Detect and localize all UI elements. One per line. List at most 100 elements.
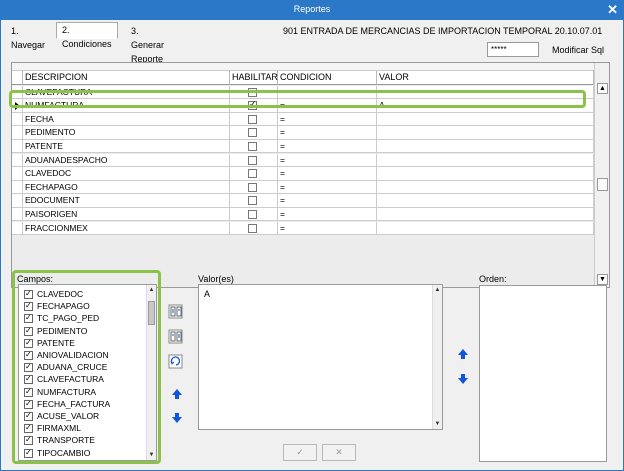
habilitar-checkbox[interactable] [248,223,257,233]
cell-descripcion[interactable]: FECHA [23,112,230,127]
list-item[interactable]: ADUANA_CRUCE [19,361,107,373]
campo-checkbox[interactable] [24,447,33,459]
close-icon[interactable]: ✕ [607,2,618,18]
cell-condicion[interactable] [278,85,377,100]
cell-habilitar[interactable] [230,221,278,236]
scroll-thumb[interactable] [597,178,608,191]
habilitar-checkbox[interactable] [248,114,257,124]
cell-valor[interactable] [377,112,594,127]
campo-checkbox[interactable] [24,337,33,349]
list-item[interactable]: CLAVEDOC [19,288,83,300]
table-row[interactable]: FECHA = [12,112,594,127]
habilitar-checkbox[interactable] [248,128,257,138]
cell-descripcion[interactable]: CLAVEDOC [23,167,230,181]
orden-list[interactable] [479,285,607,462]
row-indicator[interactable] [12,139,23,154]
cell-valor[interactable] [377,85,594,100]
cell-habilitar[interactable] [230,153,278,168]
move-right-icon[interactable] [168,304,183,319]
scroll-down-icon[interactable]: ▼ [597,274,608,285]
cell-condicion[interactable]: = [278,194,377,208]
cell-condicion[interactable]: = [278,180,377,195]
row-indicator[interactable] [12,180,23,195]
cell-valor[interactable] [377,207,594,222]
move-down-icon[interactable] [170,411,184,425]
campo-checkbox[interactable] [24,349,33,361]
cell-habilitar[interactable] [230,85,278,100]
campos-list[interactable]: CLAVEDOC FECHAPAGOTC_PAGO_PEDPEDIMENTOPAT… [18,284,157,461]
habilitar-checkbox[interactable] [248,99,257,112]
cell-valor[interactable]: A [377,99,594,113]
row-indicator[interactable] [12,126,23,140]
habilitar-checkbox[interactable] [248,182,257,192]
cell-descripcion[interactable]: CLAVEFACTURA [23,85,230,100]
refresh-icon[interactable] [168,354,183,369]
list-item[interactable]: FIRMAXML [19,422,81,434]
cell-habilitar[interactable] [230,207,278,222]
cell-valor[interactable] [377,180,594,195]
cell-valor[interactable] [377,221,594,236]
cell-descripcion[interactable]: PEDIMENTO [23,126,230,140]
scroll-up-icon[interactable]: ▲ [597,83,608,94]
campo-checkbox[interactable] [24,361,33,373]
cell-descripcion[interactable]: FECHAPAGO [23,180,230,195]
list-item[interactable]: ANIOVALIDACION [19,349,109,361]
cell-valor[interactable] [377,194,594,208]
campo-checkbox[interactable] [24,373,33,385]
row-indicator[interactable] [12,207,23,222]
table-row[interactable]: ADUANADESPACHO = [12,153,594,168]
move-up-icon[interactable] [170,387,184,401]
cell-habilitar[interactable] [230,99,278,113]
cell-condicion[interactable]: = [278,126,377,140]
table-row[interactable]: NUMFACTURA =A [12,99,594,113]
table-row[interactable]: PATENTE = [12,139,594,154]
table-row[interactable]: EDOCUMENT = [12,194,594,208]
valores-scrollbar[interactable]: ▲ ▼ [432,285,442,429]
cell-descripcion[interactable]: PAISORIGEN [23,207,230,222]
cell-descripcion[interactable]: EDOCUMENT [23,194,230,208]
campo-checkbox[interactable] [24,398,33,410]
cell-valor[interactable] [377,167,594,181]
cell-condicion[interactable]: = [278,167,377,181]
cell-habilitar[interactable] [230,167,278,181]
list-item[interactable]: PEDIMENTO [19,325,87,337]
sql-field[interactable]: ***** [487,42,539,57]
list-item[interactable]: PATENTE [19,337,75,349]
cell-condicion[interactable]: = [278,112,377,127]
row-indicator[interactable] [12,85,23,100]
campo-checkbox[interactable] [24,410,33,422]
table-row[interactable]: PAISORIGEN = [12,207,594,222]
habilitar-checkbox[interactable] [248,155,257,165]
column-header-habilitar[interactable]: HABILITAR [230,71,278,85]
list-item[interactable]: FECHA_FACTURA [19,398,110,410]
move-left-icon[interactable] [168,329,183,344]
cancel-button[interactable]: ✕ [322,444,356,461]
campo-checkbox[interactable] [24,312,33,324]
campo-checkbox[interactable] [24,300,33,312]
list-item[interactable]: NUMFACTURA [19,386,96,398]
campos-scrollbar[interactable]: ▲ ▼ [146,285,156,460]
column-header-valor[interactable]: VALOR [377,71,594,85]
list-item[interactable]: TIPOCAMBIO [19,447,90,459]
cell-habilitar[interactable] [230,180,278,195]
tab-generar-reporte[interactable]: 3. Generar Reporte [125,23,170,64]
tab-navegar[interactable]: 1. Navegar [5,23,51,50]
campos-scroll-down-icon[interactable]: ▼ [148,452,155,458]
habilitar-checkbox[interactable] [248,141,257,151]
table-row[interactable]: CLAVEDOC = [12,167,594,181]
table-row[interactable]: PEDIMENTO = [12,126,594,140]
table-row[interactable]: CLAVEFACTURA [12,85,594,100]
campo-checkbox[interactable] [24,288,33,300]
cell-descripcion[interactable]: FRACCIONMEX [23,221,230,236]
campos-scroll-thumb[interactable] [148,301,155,325]
table-row[interactable]: FECHAPAGO = [12,180,594,195]
habilitar-checkbox[interactable] [248,196,257,206]
habilitar-checkbox[interactable] [248,209,257,219]
list-item[interactable]: TC_PAGO_PED [19,312,99,324]
row-indicator[interactable] [12,221,23,236]
row-indicator[interactable] [12,99,23,113]
cell-habilitar[interactable] [230,139,278,154]
column-header-condicion[interactable]: CONDICION [278,71,377,85]
list-item[interactable]: CLAVEFACTURA [19,373,104,385]
valores-scroll-down-icon[interactable]: ▼ [434,421,441,427]
